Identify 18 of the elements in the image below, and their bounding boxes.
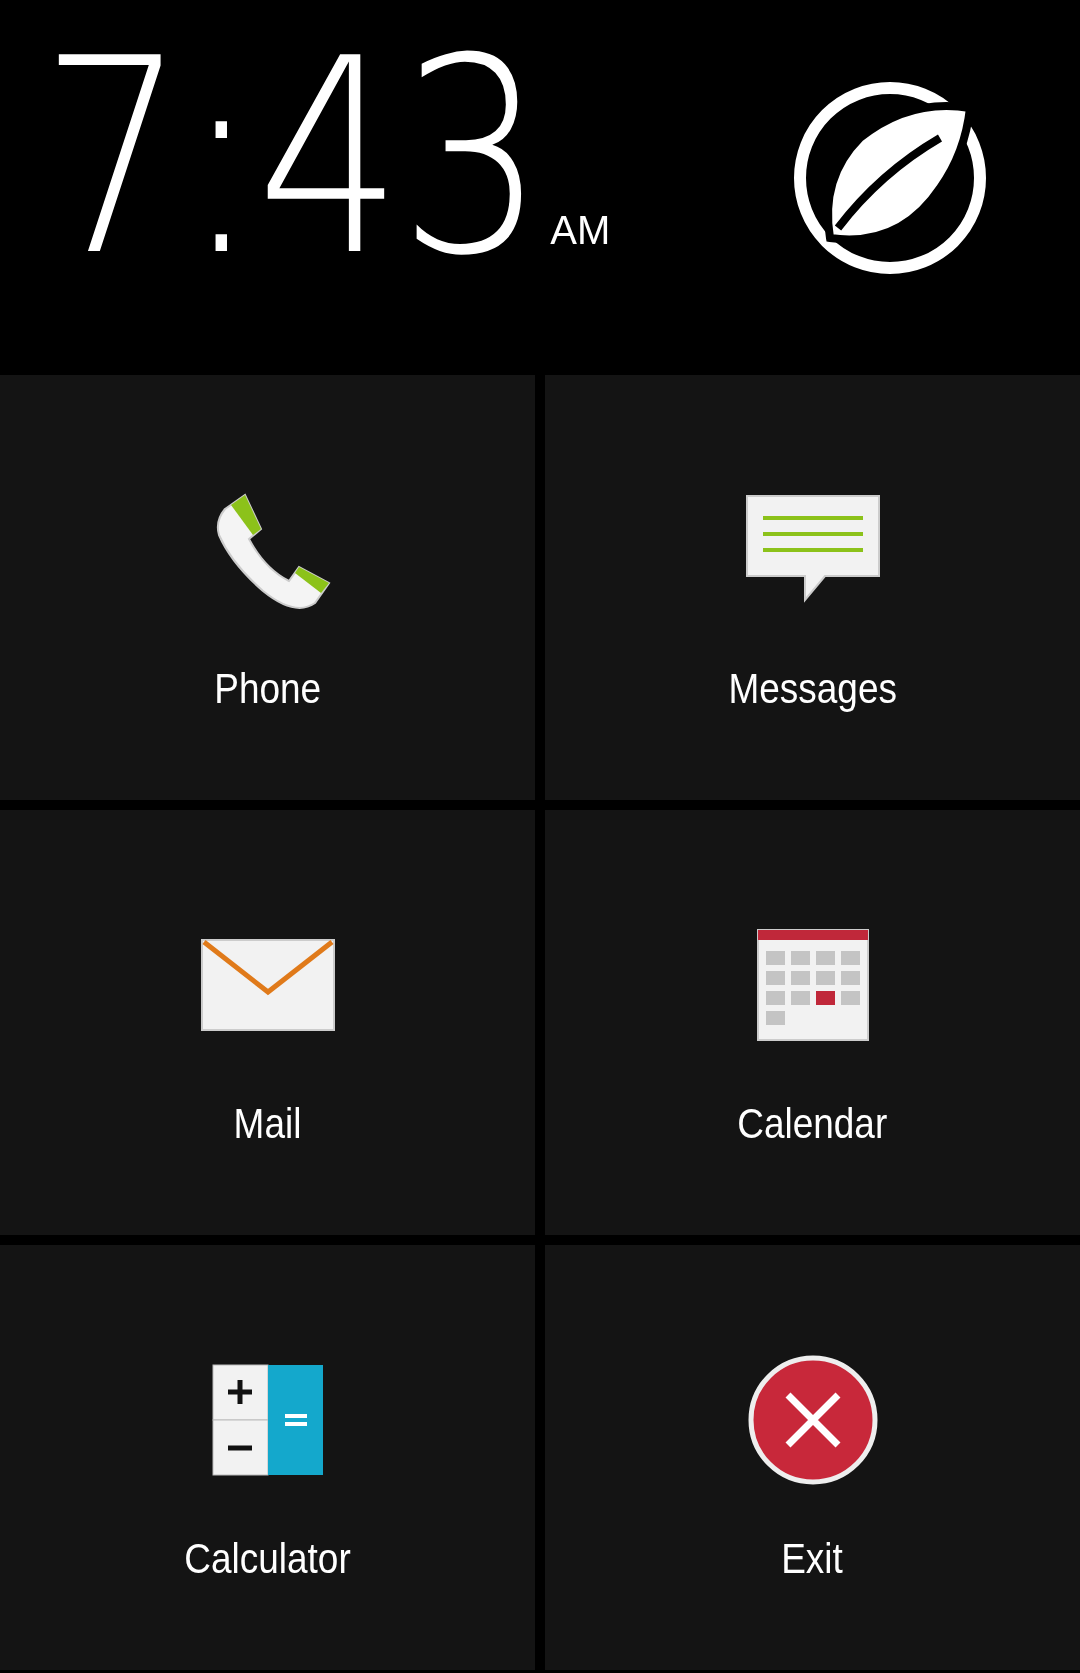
app-tile[interactable]: Calendar [545, 810, 1080, 1235]
app-tile[interactable]: Calculator [0, 1245, 535, 1670]
app-label: Phone [214, 665, 321, 713]
calculator-icon [211, 1364, 324, 1476]
app-label: Messages [728, 665, 897, 713]
clock-time: 7:43 [40, 22, 542, 293]
app-tile[interactable]: Mail [0, 810, 535, 1235]
app-tile[interactable]: Exit [545, 1245, 1080, 1670]
clock-period: AM [550, 207, 611, 253]
app-label: Exit [781, 1535, 844, 1583]
calendar-icon [756, 929, 869, 1041]
app-label: Calculator [184, 1535, 351, 1583]
app-label: Calendar [737, 1100, 888, 1148]
app-label: Mail [233, 1100, 302, 1148]
envelope-icon [199, 938, 336, 1032]
app-tile[interactable]: Phone [0, 375, 535, 800]
app-tile[interactable]: Messages [545, 375, 1080, 800]
close-icon [747, 1355, 878, 1485]
